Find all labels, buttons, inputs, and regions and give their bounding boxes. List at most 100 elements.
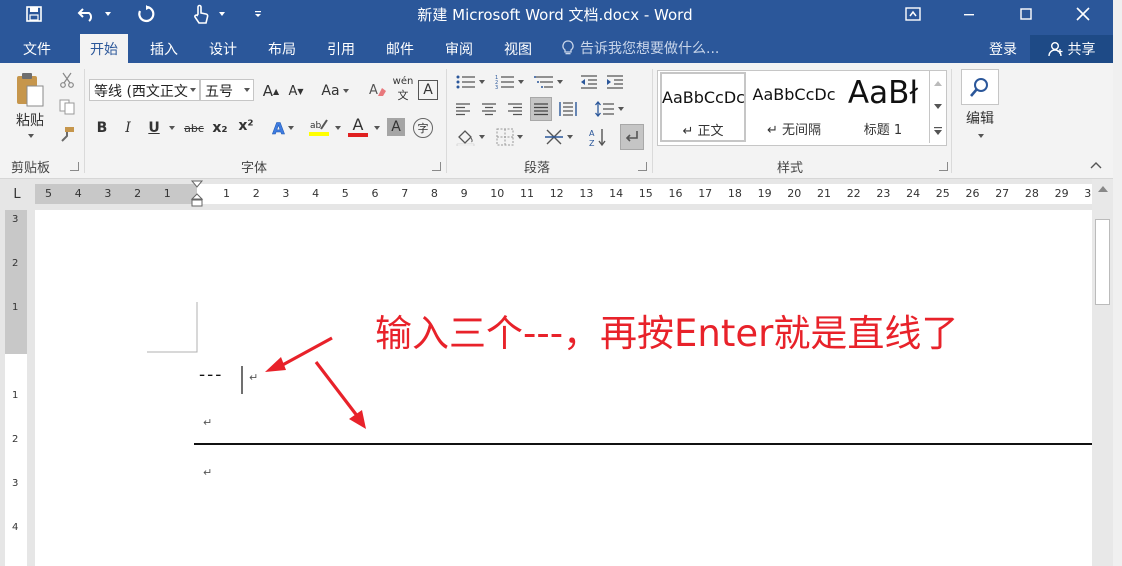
align-left-icon[interactable] [453, 99, 473, 119]
collapse-ribbon-icon[interactable] [1089, 159, 1103, 171]
undo-icon[interactable] [74, 0, 100, 28]
editing-dropdown-icon[interactable] [974, 131, 988, 141]
paragraph-launcher-icon[interactable] [638, 162, 647, 171]
tab-design[interactable]: 设计 [209, 39, 237, 59]
multilevel-list-button[interactable] [531, 72, 565, 92]
customize-qat-icon[interactable] [250, 0, 266, 28]
share-button[interactable]: 共享 [1030, 35, 1113, 63]
underline-dropdown-icon[interactable] [166, 117, 178, 139]
editing-label[interactable]: 编辑 [960, 109, 1000, 127]
tell-me-text: 告诉我您想要做什么... [580, 41, 720, 57]
enclose-characters-button[interactable]: 字 [413, 118, 433, 138]
font-size-value: 五号 [205, 84, 233, 100]
format-painter-icon[interactable] [58, 125, 76, 143]
strikethrough-button[interactable]: abc [181, 117, 207, 139]
justify-icon[interactable] [530, 97, 552, 121]
tab-file[interactable]: 文件 [23, 39, 51, 59]
borders-button[interactable] [491, 126, 527, 148]
numbering-button[interactable]: 123 [491, 72, 527, 92]
font-color-button[interactable]: A [346, 115, 370, 139]
highlight-color-button[interactable]: ab [307, 115, 331, 139]
scroll-thumb[interactable] [1095, 219, 1110, 305]
indent-markers-icon[interactable] [190, 180, 204, 208]
vertical-scrollbar[interactable] [1092, 179, 1113, 566]
arrow-head-1 [265, 357, 286, 372]
close-icon[interactable] [1060, 0, 1106, 28]
styles-launcher-icon[interactable] [939, 162, 948, 171]
line-spacing-button[interactable] [592, 99, 626, 119]
paste-dropdown-icon[interactable] [24, 131, 38, 141]
italic-button[interactable]: I [119, 117, 137, 139]
tab-layout[interactable]: 布局 [268, 39, 296, 59]
ruler-number: 3 [104, 187, 112, 200]
phonetic-guide-icon[interactable]: wén 文 [392, 75, 414, 102]
change-case-button[interactable]: Aa [318, 81, 352, 101]
ribbon-display-options-icon[interactable] [890, 0, 936, 28]
sort-icon[interactable]: AZ [588, 126, 610, 148]
tab-review[interactable]: 审阅 [445, 39, 473, 59]
vertical-ruler[interactable]: 3 2 1 1 2 3 4 [5, 210, 27, 566]
tab-insert[interactable]: 插入 [150, 39, 178, 59]
tab-references[interactable]: 引用 [327, 39, 355, 59]
chinese-layout-button[interactable] [540, 126, 576, 148]
paste-icon[interactable] [12, 71, 48, 111]
styles-up-icon[interactable] [930, 73, 946, 93]
font-name-combo[interactable]: 等线 (西文正文 [89, 79, 200, 101]
highlight-dropdown-icon[interactable] [333, 117, 343, 139]
underline-button[interactable]: U [145, 117, 163, 139]
tab-mailings[interactable]: 邮件 [386, 39, 414, 59]
shrink-font-icon[interactable]: A ▼ [286, 81, 306, 101]
highlighter-icon: ab [310, 119, 328, 131]
character-border-icon[interactable]: A [418, 80, 438, 100]
decrease-indent-icon[interactable] [578, 72, 600, 92]
share-label: 共享 [1067, 42, 1096, 58]
styles-down-icon[interactable] [930, 97, 946, 117]
distributed-icon[interactable] [557, 99, 579, 119]
styles-more-icon[interactable] [930, 121, 946, 141]
font-color-dropdown-icon[interactable] [372, 117, 382, 139]
show-marks-icon[interactable] [620, 124, 644, 150]
tab-home[interactable]: 开始 [80, 34, 128, 63]
tell-me-box[interactable]: 告诉我您想要做什么... [562, 38, 719, 58]
minimize-icon[interactable] [946, 0, 992, 28]
save-icon[interactable] [22, 0, 46, 28]
paint-bucket-icon [456, 130, 474, 146]
document-page[interactable]: --- ↵ ↵ ↵ [35, 210, 1092, 566]
style-normal[interactable]: AaBbCcDc ↵ 正文 [660, 72, 746, 142]
increase-indent-icon[interactable] [604, 72, 626, 92]
undo-dropdown-icon[interactable] [102, 0, 114, 28]
bullets-button[interactable] [453, 72, 487, 92]
style-heading-1[interactable]: AaBł 标题 1 [842, 71, 924, 143]
ruler-number: 2 [12, 434, 19, 445]
sign-in-link[interactable]: 登录 [989, 39, 1017, 59]
text-effects-button[interactable]: A [271, 117, 295, 139]
character-shading-button[interactable]: A [387, 118, 405, 136]
align-right-icon[interactable] [505, 99, 525, 119]
bold-button[interactable]: B [93, 117, 111, 139]
style-no-spacing[interactable]: AaBbCcDc ↵ 无间隔 [750, 71, 838, 143]
ruler-number: 12 [549, 187, 564, 200]
clipboard-launcher-icon[interactable] [70, 162, 79, 171]
font-size-combo[interactable]: 五号 [200, 79, 254, 101]
find-icon[interactable] [961, 69, 999, 105]
horizontal-ruler[interactable]: 54321 1 2 3 4 5 6 7 8 9 10 11 12 13 14 15 16 17 18 19 20 21 2… [35, 180, 1098, 207]
subscript-button[interactable]: x₂ [210, 117, 230, 139]
scroll-up-icon[interactable] [1092, 181, 1113, 197]
superscript-button[interactable]: x² [236, 115, 256, 137]
clear-formatting-icon[interactable]: A [368, 79, 388, 101]
tab-view[interactable]: 视图 [504, 39, 532, 59]
arrow-to-line [314, 361, 360, 418]
phonetic-glyph: wén [392, 75, 414, 87]
cut-icon[interactable] [58, 71, 76, 89]
paste-label[interactable]: 粘贴 [12, 111, 48, 129]
touch-mode-icon[interactable] [188, 0, 214, 28]
font-launcher-icon[interactable] [432, 162, 441, 171]
align-center-icon[interactable] [479, 99, 499, 119]
maximize-icon[interactable] [1003, 0, 1049, 28]
tab-selector-icon[interactable]: L [8, 185, 26, 203]
shading-button[interactable] [453, 126, 487, 148]
redo-icon[interactable] [134, 0, 158, 28]
touch-dropdown-icon[interactable] [216, 0, 228, 28]
copy-icon[interactable] [58, 98, 76, 116]
grow-font-icon[interactable]: A ▲ [261, 81, 281, 101]
